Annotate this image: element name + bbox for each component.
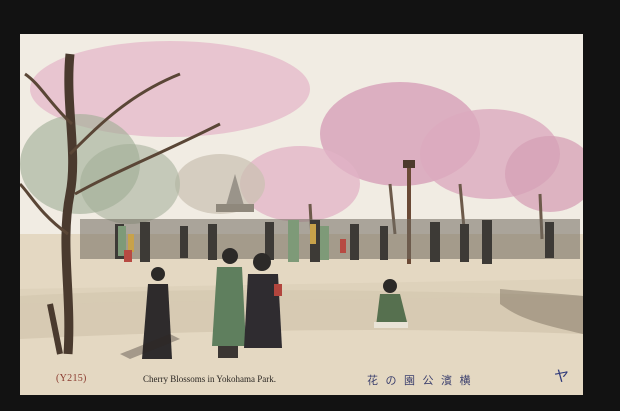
postcard: (Y215) Cherry Blossoms in Yokohama Park.… [20,34,583,395]
caption-english: Cherry Blossoms in Yokohama Park. [143,374,277,384]
catalog-code: (Y215) [56,373,87,384]
caption-row: (Y215) Cherry Blossoms in Yokohama Park.… [20,367,583,393]
crowd [80,219,580,264]
park-scene-photo [20,34,583,395]
caption-japanese: 花 の 園 公 濱 横 [367,374,473,387]
publisher-logo: ヤ [554,367,570,385]
